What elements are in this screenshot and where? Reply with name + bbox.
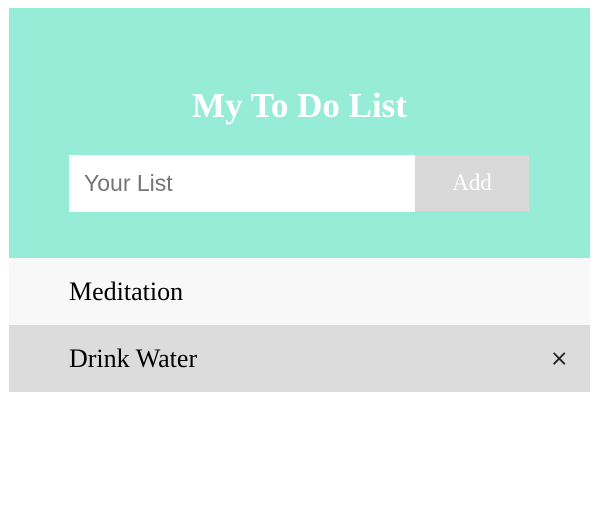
- list-item[interactable]: Meditation: [9, 258, 590, 325]
- header: My To Do List Add: [9, 8, 590, 258]
- list-item[interactable]: Drink Water ×: [9, 325, 590, 392]
- page-title: My To Do List: [192, 86, 407, 125]
- todo-app: My To Do List Add Meditation Drink Water…: [9, 8, 590, 392]
- todo-list: Meditation Drink Water ×: [9, 258, 590, 392]
- list-item-label: Drink Water: [69, 343, 198, 373]
- add-button[interactable]: Add: [415, 155, 529, 211]
- list-item-label: Meditation: [69, 276, 184, 306]
- close-icon[interactable]: ×: [550, 346, 568, 371]
- todo-input[interactable]: [69, 155, 415, 212]
